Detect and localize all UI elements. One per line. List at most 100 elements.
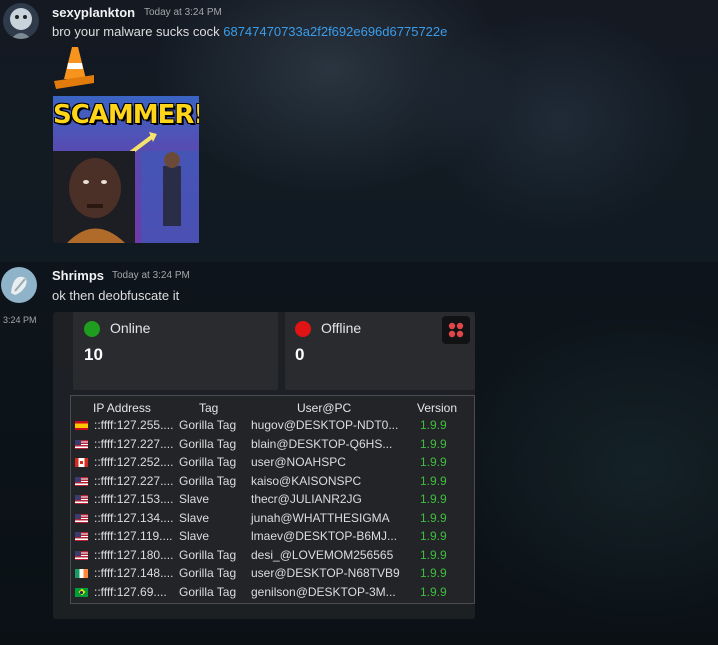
traffic-cone-icon (54, 47, 94, 89)
version-cell: 1.9.9 (420, 455, 447, 470)
ip-cell: ::ffff:127.134.... (71, 509, 179, 528)
message-1: sexyplankton Today at 3:24 PM bro your m… (0, 0, 718, 250)
country-flag-icon (75, 550, 88, 560)
country-flag-icon (75, 421, 88, 431)
user-cell: blain@DESKTOP-Q6HS... (251, 436, 393, 451)
table-header-row: IP Address Tag User@PC Version (71, 400, 474, 416)
ip-cell: ::ffff:127.227.... (71, 472, 179, 491)
country-flag-icon (75, 476, 88, 486)
tag-cell: Gorilla Tag (179, 455, 237, 470)
user-cell: user@DESKTOP-N68TVB9 (251, 566, 400, 581)
tag-cell: Slave (179, 492, 210, 507)
ip-address: ::ffff:127.227.... (94, 473, 174, 488)
message-text: ok then deobfuscate it (52, 288, 180, 303)
username[interactable]: sexyplankton (52, 5, 135, 20)
user-cell: user@NOAHSPC (251, 455, 346, 470)
col-header-tag[interactable]: Tag (179, 400, 249, 416)
version-cell: 1.9.9 (420, 529, 447, 544)
online-card: Online 10 (73, 312, 278, 390)
ip-cell: ::ffff:127.180.... (71, 546, 179, 565)
version-cell: 1.9.9 (420, 584, 447, 599)
tag-cell: Gorilla Tag (179, 418, 237, 433)
ip-address: ::ffff:127.153.... (94, 492, 174, 507)
user-cell: desi_@LOVEMOM256565 (251, 547, 394, 562)
ip-address: ::ffff:127.180.... (94, 547, 174, 562)
version-cell: 1.9.9 (420, 473, 447, 488)
ip-address: ::ffff:127.69.... (94, 584, 167, 599)
avatar[interactable] (3, 3, 39, 39)
tag-cell: Gorilla Tag (179, 436, 237, 451)
table-row[interactable]: ::ffff:127.255.... Gorilla Tag hugov@DESKT… (71, 416, 474, 435)
version-cell: 1.9.9 (420, 418, 447, 433)
timestamp: Today at 3:24 PM (112, 270, 190, 281)
ip-cell: ::ffff:127.252.... (71, 453, 179, 472)
ip-cell: ::ffff:127.69.... (71, 583, 179, 602)
tag-cell: Gorilla Tag (179, 584, 237, 599)
message-text: bro your malware sucks cock 68747470733a… (52, 24, 447, 39)
table-row[interactable]: ::ffff:127.252.... Gorilla Tag user@NOAHSP… (71, 453, 474, 472)
message-link[interactable]: 68747470733a2f2f692e696d6775722e (223, 24, 447, 39)
online-label: Online (110, 320, 151, 336)
ip-address: ::ffff:127.148.... (94, 566, 174, 581)
timestamp: Today at 3:24 PM (144, 7, 222, 18)
col-header-version[interactable]: Version (414, 400, 474, 416)
user-cell: lmaev@DESKTOP-B6MJ... (251, 529, 397, 544)
table-row[interactable]: ::ffff:127.227.... Gorilla Tag kaiso@KAISO… (71, 472, 474, 491)
clients-table: IP Address Tag User@PC Version ::ffff:12… (71, 400, 474, 601)
country-flag-icon (75, 513, 88, 523)
country-flag-icon (75, 569, 88, 579)
col-header-ip[interactable]: IP Address (71, 400, 179, 416)
col-header-user[interactable]: User@PC (249, 400, 414, 416)
table-row[interactable]: ::ffff:127.134.... Slave junah@WHATTHESIGM… (71, 509, 474, 528)
table-row[interactable]: ::ffff:127.148.... Gorilla Tag user@DESKTO… (71, 564, 474, 583)
online-indicator-icon (84, 321, 100, 337)
country-flag-icon (75, 495, 88, 505)
clients-table-container: IP Address Tag User@PC Version ::ffff:12… (70, 395, 475, 604)
country-flag-icon (75, 532, 88, 542)
hover-timestamp: 3:24 PM (3, 315, 37, 325)
bot-panel-embed: Online 10 Offline 0 IP Address Tag User@… (53, 312, 475, 619)
offline-indicator-icon (295, 321, 311, 337)
version-cell: 1.9.9 (420, 566, 447, 581)
table-row[interactable]: ::ffff:127.69.... Gorilla Tag genilson@DES… (71, 583, 474, 602)
chat-bottom-edge (0, 632, 718, 645)
country-flag-icon (75, 587, 88, 597)
ip-address: ::ffff:127.134.... (94, 510, 174, 525)
ip-address: ::ffff:127.119.... (94, 529, 173, 544)
version-cell: 1.9.9 (420, 436, 447, 451)
message-body: bro your malware sucks cock (52, 24, 224, 39)
user-cell: genilson@DESKTOP-3M... (251, 584, 396, 599)
user-cell: hugov@DESKTOP-NDT0... (251, 418, 399, 433)
tag-cell: Slave (179, 529, 210, 544)
user-cell: junah@WHATTHESIGMA (251, 510, 390, 525)
avatar[interactable] (1, 267, 37, 303)
table-row[interactable]: ::ffff:127.227.... Gorilla Tag blain@DESKT… (71, 435, 474, 454)
tag-cell: Gorilla Tag (179, 566, 237, 581)
ip-cell: ::ffff:127.119.... (71, 527, 179, 546)
ip-address: ::ffff:127.252.... (94, 455, 174, 470)
offline-label: Offline (321, 320, 362, 336)
ip-cell: ::ffff:127.255.... (71, 416, 179, 435)
offline-count: 0 (295, 345, 305, 364)
ip-address: ::ffff:127.227.... (94, 436, 174, 451)
ip-cell: ::ffff:127.227.... (71, 435, 179, 454)
table-row[interactable]: ::ffff:127.119.... Slave lmaev@DESKTOP-B6M… (71, 527, 474, 546)
country-flag-icon (75, 439, 88, 449)
version-cell: 1.9.9 (420, 510, 447, 525)
table-row[interactable]: ::ffff:127.180.... Gorilla Tag desi_@LOVEM… (71, 546, 474, 565)
tag-cell: Gorilla Tag (179, 547, 237, 562)
embedded-image[interactable]: SCAMMER! (53, 96, 199, 243)
ip-cell: ::ffff:127.153.... (71, 490, 179, 509)
ip-address: ::ffff:127.255.... (94, 418, 174, 433)
ip-cell: ::ffff:127.148.... (71, 564, 179, 583)
table-row[interactable]: ::ffff:127.153.... Slave thecr@JULIANR2JG 1… (71, 490, 474, 509)
tag-cell: Gorilla Tag (179, 473, 237, 488)
user-cell: kaiso@KAISONSPC (251, 473, 362, 488)
country-flag-icon (75, 458, 88, 468)
tag-cell: Slave (179, 510, 210, 525)
rat-panel-icon[interactable] (442, 316, 470, 344)
version-cell: 1.9.9 (420, 547, 447, 562)
user-cell: thecr@JULIANR2JG (251, 492, 362, 507)
version-cell: 1.9.9 (420, 492, 447, 507)
username[interactable]: Shrimps (52, 268, 104, 283)
